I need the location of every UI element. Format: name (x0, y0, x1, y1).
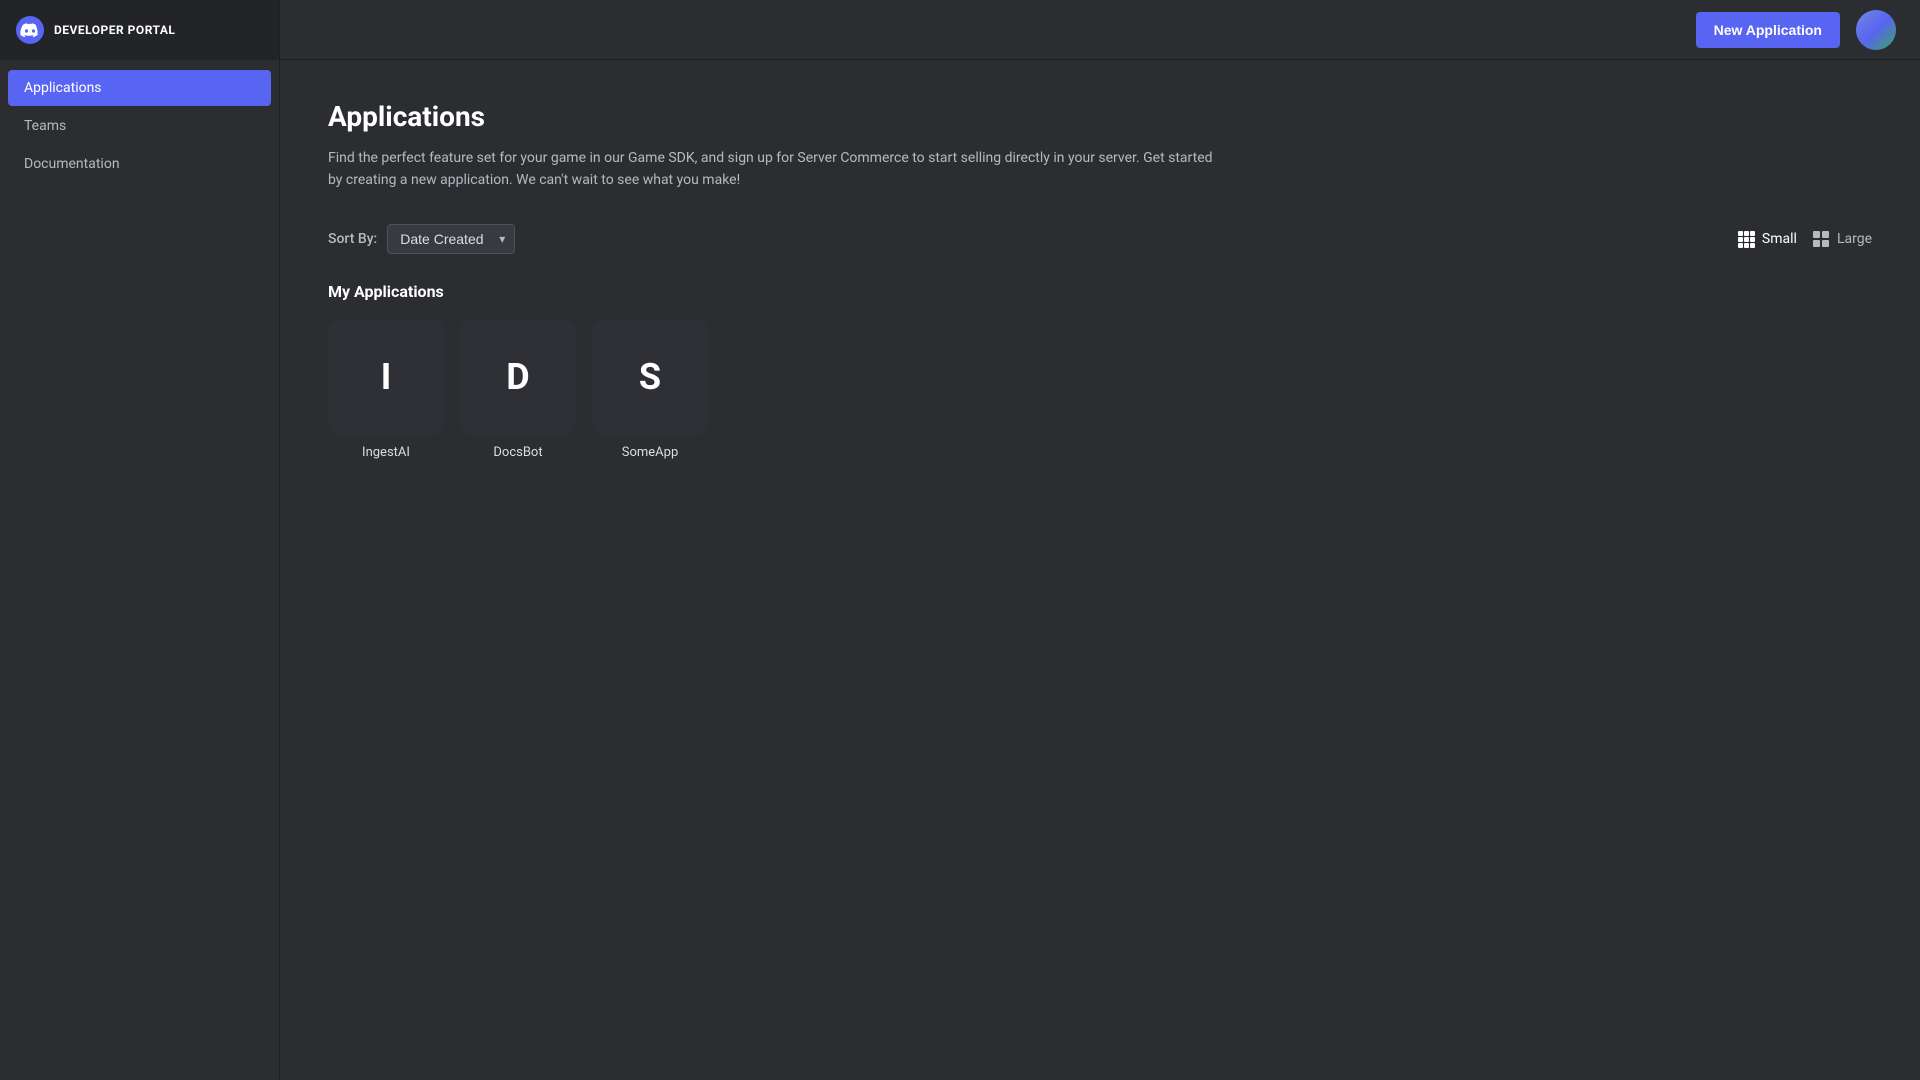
view-small-button[interactable]: Small (1736, 229, 1797, 249)
app-name-someapp: SomeApp (622, 445, 679, 460)
app-name-docsbot: DocsBot (493, 445, 542, 460)
page-description: Find the perfect feature set for your ga… (328, 147, 1228, 192)
controls-bar: Sort By: Date Created (328, 224, 1872, 254)
avatar[interactable] (1856, 10, 1896, 50)
topbar: New Application (280, 0, 1920, 60)
app-card-docsbot[interactable]: D DocsBot (460, 319, 576, 460)
sidebar-item-applications[interactable]: Applications (8, 70, 271, 106)
my-applications-title: My Applications (328, 282, 1872, 301)
large-grid-icon (1811, 229, 1831, 249)
app-icon-docsbot: D (460, 319, 576, 435)
app-icon-someapp: S (592, 319, 708, 435)
app-card-someapp[interactable]: S SomeApp (592, 319, 708, 460)
content-area: Applications Find the perfect feature se… (280, 60, 1920, 1080)
view-large-label: Large (1837, 231, 1872, 247)
discord-logo-icon (16, 16, 44, 44)
view-large-button[interactable]: Large (1811, 229, 1872, 249)
sidebar-item-teams[interactable]: Teams (8, 108, 271, 144)
sidebar: DEVELOPER PORTAL Applications Teams Docu… (0, 0, 280, 1080)
app-icon-ingest-ai: I (328, 319, 444, 435)
sort-group: Sort By: Date Created (328, 224, 515, 254)
sidebar-nav: Applications Teams Documentation (0, 60, 279, 192)
sort-select[interactable]: Date Created (387, 224, 515, 254)
view-group: Small Large (1736, 229, 1872, 249)
app-card-ingest-ai[interactable]: I IngestAI (328, 319, 444, 460)
avatar-image (1856, 10, 1896, 50)
small-grid-icon (1736, 229, 1756, 249)
sort-by-label: Sort By: (328, 231, 377, 247)
apps-grid: I IngestAI D DocsBot S SomeApp (328, 319, 1872, 460)
view-small-label: Small (1762, 231, 1797, 247)
sidebar-item-documentation[interactable]: Documentation (8, 146, 271, 182)
sidebar-header: DEVELOPER PORTAL (0, 0, 279, 60)
sort-select-wrapper: Date Created (387, 224, 515, 254)
new-application-button[interactable]: New Application (1696, 12, 1840, 48)
main-area: New Application Applications Find the pe… (280, 0, 1920, 1080)
page-title: Applications (328, 100, 1872, 133)
app-name-ingest-ai: IngestAI (362, 445, 410, 460)
sidebar-brand: DEVELOPER PORTAL (54, 23, 175, 37)
